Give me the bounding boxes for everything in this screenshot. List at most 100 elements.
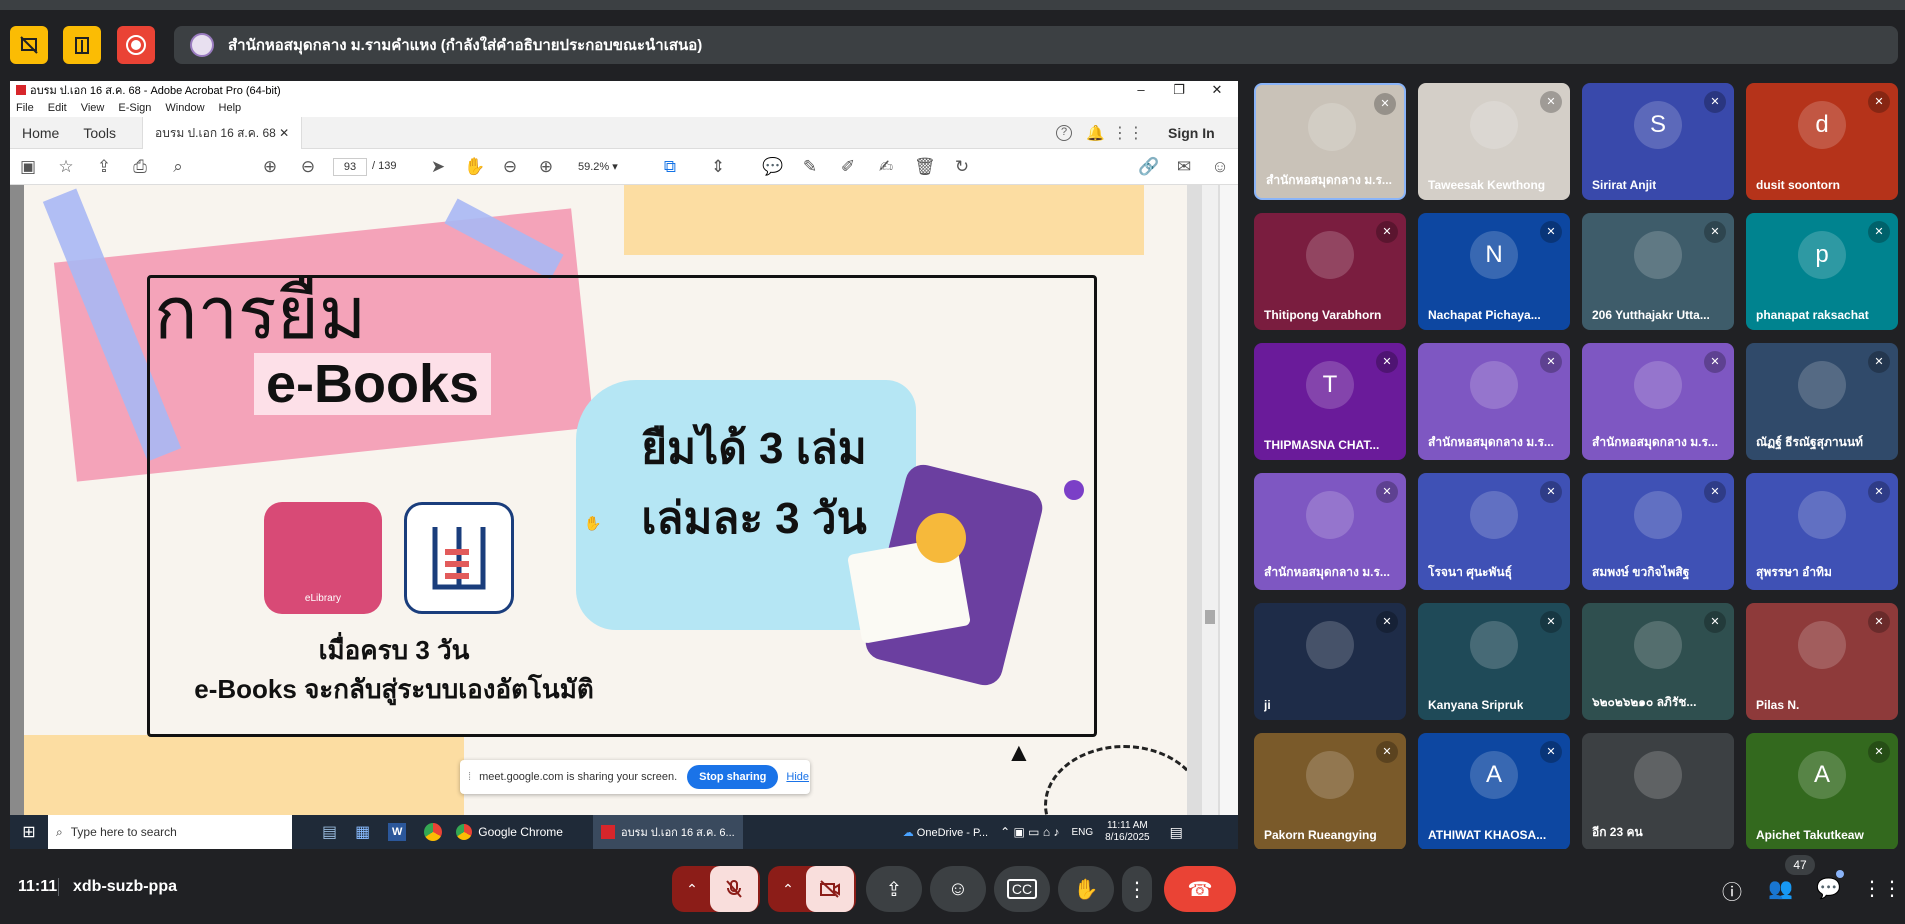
chat-icon[interactable]: 💬 [1816,876,1841,901]
chrome-icon[interactable] [424,823,443,841]
taskbar-clock[interactable]: 11:11 AM 8/16/2025 [1105,820,1150,844]
camera-options-chevron-icon[interactable]: ⌃ [770,881,806,898]
tab-home[interactable]: Home [10,117,71,149]
participant-tile[interactable]: A ✕ ATHIWAT KHAOSA... [1418,733,1570,850]
fit-page-icon[interactable]: ⧉ [660,157,680,177]
stop-sharing-button[interactable]: Stop sharing [687,765,779,789]
taskbar-acrobat-app[interactable]: อบรม ป.เอก 16 ส.ค. 6... [592,815,743,849]
participant-tile[interactable]: ✕ โรจนา ศุนะพันธุ์ [1418,473,1570,590]
participant-tile[interactable]: N ✕ Nachapat Pichaya... [1418,213,1570,330]
drag-handle-icon[interactable]: ⁞ [468,771,471,783]
participant-tile[interactable]: อีก 23 คน [1582,733,1734,850]
right-panel-toggle[interactable] [1220,185,1238,815]
tray-icons[interactable]: ⌃ ▣ ▭ ⌂ ♪ [1000,825,1059,839]
minimize-icon[interactable]: – [1122,81,1160,99]
zoom-in-icon[interactable]: ⊕ [536,157,556,177]
participant-tile[interactable]: ✕ สำนักหอสมุดกลาง ม.ร... [1582,343,1734,460]
left-panel-toggle[interactable] [10,185,24,815]
upload-icon[interactable]: ⇪ [94,157,114,177]
select-tool-icon[interactable]: ➤ [428,157,448,177]
participant-tile[interactable]: ✕ Taweesak Kewthong [1418,83,1570,200]
hand-tool-icon[interactable]: ✋ [464,157,485,177]
layout-button[interactable] [63,26,101,64]
bell-icon[interactable]: 🔔 [1086,124,1105,142]
page-number-input[interactable]: 93 [333,158,367,176]
more-options-button[interactable]: ⋮ [1122,866,1152,912]
tab-close-icon[interactable]: ✕ [279,126,289,140]
record-button[interactable] [117,26,155,64]
print-icon[interactable]: ⎙ [130,157,150,177]
link-icon[interactable]: 🔗 [1138,157,1159,177]
mic-muted-icon[interactable] [710,866,758,912]
menu-esign[interactable]: E-Sign [118,102,151,114]
people-icon[interactable]: 👥 [1768,876,1793,901]
sign-in-link[interactable]: Sign In [1168,117,1215,149]
close-icon[interactable]: ✕ [1198,81,1236,99]
file-explorer-icon[interactable]: ▤ [322,822,337,842]
restore-icon[interactable]: ❐ [1160,81,1198,99]
scroll-mode-icon[interactable]: ⇕ [708,157,728,177]
participant-tile[interactable]: ✕ สำนักหอสมุดกลาง ม.ร... [1254,473,1406,590]
next-page-icon[interactable]: ⊖ [298,157,318,177]
participant-tile[interactable]: ✕ ๖๒๐๒๖๒๑๐ ลภิรัช... [1582,603,1734,720]
raise-hand-button[interactable]: ✋ [1058,866,1114,912]
zoom-level-select[interactable]: 59.2% ▾ [572,158,634,176]
captions-button[interactable]: CC [994,866,1050,912]
zoom-search-icon[interactable]: ⌕ [168,157,188,177]
vertical-scrollbar[interactable] [1202,185,1218,815]
participant-tile[interactable]: ✕ สำนักหอสมุดกลาง ม.ร... [1254,83,1406,200]
participant-tile[interactable]: S ✕ Sirirat Anjit [1582,83,1734,200]
menu-window[interactable]: Window [165,102,204,114]
star-icon[interactable]: ☆ [56,157,76,177]
edit-pdf-icon[interactable]: ✍ [876,157,896,177]
participant-tile[interactable]: ✕ Thitipong Varabhorn [1254,213,1406,330]
participant-tile[interactable]: d ✕ dusit soontorn [1746,83,1898,200]
delete-icon[interactable]: 🗑 [914,157,936,177]
store-icon[interactable]: ▦ [355,822,370,842]
participant-tile[interactable]: ✕ Kanyana Sripruk [1418,603,1570,720]
prev-page-icon[interactable]: ⊕ [260,157,280,177]
participant-tile[interactable]: T ✕ THIPMASNA CHAT... [1254,343,1406,460]
hide-presentation-button[interactable] [10,26,48,64]
help-icon[interactable]: ? [1056,125,1072,141]
reactions-button[interactable]: ☺ [930,866,986,912]
draw-icon[interactable]: ✐ [838,157,858,177]
mic-options-chevron-icon[interactable]: ⌃ [674,881,710,898]
participant-tile[interactable]: ✕ ji [1254,603,1406,720]
apps-grid-icon[interactable]: ⋮⋮ [1112,123,1144,143]
menu-file[interactable]: File [16,102,34,114]
zoom-out-icon[interactable]: ⊖ [500,157,520,177]
present-screen-button[interactable]: ⇪ [866,866,922,912]
participant-tile[interactable]: ✕ สมพงษ์ ขวกิจไพสิฐ [1582,473,1734,590]
participant-tile[interactable]: A ✕ Apichet Takutkeaw [1746,733,1898,850]
comment-icon[interactable]: 💬 [762,157,783,177]
info-icon[interactable]: ⓘ [1722,876,1742,905]
participant-tile[interactable]: ✕ Pakorn Rueangying [1254,733,1406,850]
participant-tile[interactable]: ✕ สุพรรษา อำทิม [1746,473,1898,590]
taskbar-lang[interactable]: ENG [1071,827,1093,838]
email-icon[interactable]: ✉ [1174,157,1194,177]
camera-off-icon[interactable] [806,866,854,912]
redo-icon[interactable]: ↻ [952,157,972,177]
activities-icon[interactable]: ⋮⋮ [1862,876,1902,901]
menu-view[interactable]: View [81,102,105,114]
scrollbar-thumb[interactable] [1205,610,1215,624]
participant-tile[interactable]: p ✕ phanapat raksachat [1746,213,1898,330]
menu-help[interactable]: Help [219,102,242,114]
participant-tile[interactable]: ✕ ณัฏฐ์ ธีรณัฐสุภานนท์ [1746,343,1898,460]
save-icon[interactable]: ▣ [18,157,38,177]
taskbar-chrome-app[interactable]: Google Chrome [456,824,563,840]
hide-share-link[interactable]: Hide [786,771,809,783]
windows-start-icon[interactable]: ⊞ [10,822,48,842]
tab-tools[interactable]: Tools [71,117,128,149]
tab-document[interactable]: อบรม ป.เอก 16 ส.ค. 68 ✕ [142,116,303,149]
taskbar-onedrive[interactable]: ☁ OneDrive - P... [903,826,988,839]
participant-tile[interactable]: ✕ Pilas N. [1746,603,1898,720]
taskbar-search-box[interactable]: ⌕ Type here to search [48,815,292,849]
participant-tile[interactable]: ✕ สำนักหอสมุดกลาง ม.ร... [1418,343,1570,460]
word-icon[interactable]: W [388,823,407,841]
leave-call-button[interactable]: ☎ [1164,866,1236,912]
participant-tile[interactable]: ✕ 206 Yutthajakr Utta... [1582,213,1734,330]
notification-icon[interactable]: ▤ [1170,824,1183,841]
menu-edit[interactable]: Edit [48,102,67,114]
